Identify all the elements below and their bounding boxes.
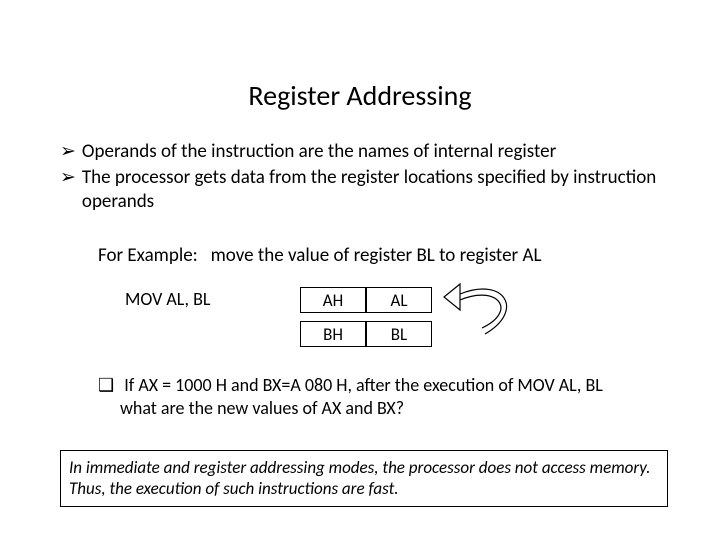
reg-cell-ah: AH	[300, 287, 366, 313]
question-block: ❑ If AX = 1000 H and BX=A 080 H, after t…	[98, 374, 658, 419]
arrow-bullet-icon: ➢	[60, 166, 76, 214]
example-line: For Example: move the value of register …	[98, 244, 541, 267]
assembly-instruction: MOV AL, BL	[125, 288, 210, 310]
table-row: BH BL	[300, 321, 432, 347]
bullet-text: Operands of the instruction are the name…	[82, 140, 556, 164]
bullet-text: The processor gets data from the registe…	[82, 166, 670, 214]
curved-arrow-icon	[440, 276, 530, 346]
square-bullet-icon: ❑	[98, 374, 114, 396]
bullet-item: ➢ The processor gets data from the regis…	[60, 166, 670, 214]
register-table: AH AL BH BL	[300, 279, 432, 355]
reg-cell-bh: BH	[300, 321, 366, 347]
note-box: In immediate and register addressing mod…	[60, 450, 668, 507]
reg-cell-al: AL	[366, 287, 432, 313]
question-line-1: ❑ If AX = 1000 H and BX=A 080 H, after t…	[98, 374, 658, 397]
note-line: Thus, the execution of such instructions…	[69, 478, 659, 499]
slide-title: Register Addressing	[0, 78, 720, 113]
table-row: AH AL	[300, 287, 432, 313]
question-line-2: what are the new values of AX and BX?	[98, 397, 658, 420]
bullet-list: ➢ Operands of the instruction are the na…	[60, 140, 670, 215]
reg-cell-bl: BL	[366, 321, 432, 347]
arrow-bullet-icon: ➢	[60, 140, 76, 164]
note-line: In immediate and register addressing mod…	[69, 457, 659, 478]
slide: Register Addressing ➢ Operands of the in…	[0, 0, 720, 540]
bullet-item: ➢ Operands of the instruction are the na…	[60, 140, 670, 164]
example-label: For Example:	[98, 244, 198, 267]
question-text: If AX = 1000 H and BX=A 080 H, after the…	[124, 374, 603, 396]
example-text: move the value of register BL to registe…	[211, 244, 542, 267]
